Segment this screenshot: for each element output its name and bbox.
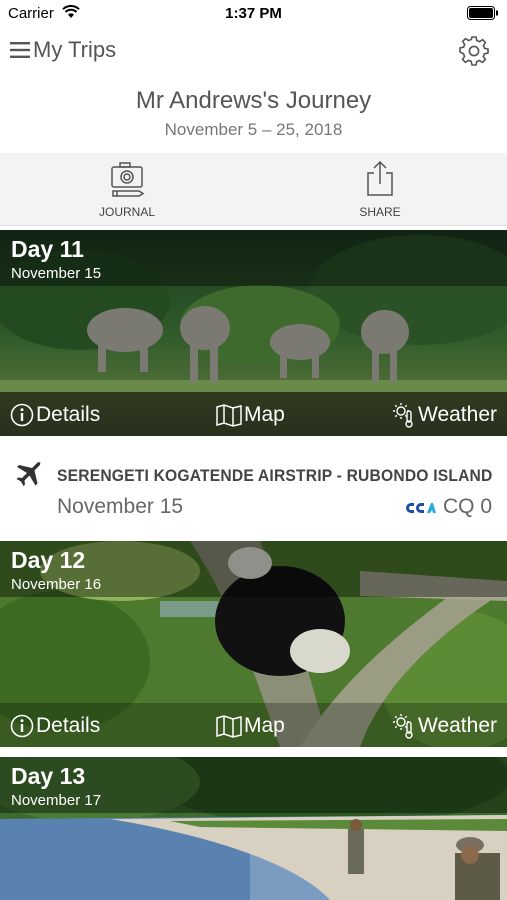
share-icon bbox=[367, 160, 393, 196]
day-card[interactable]: Day 11 November 15 Details Map Weather bbox=[0, 230, 507, 436]
journal-button[interactable]: JOURNAL bbox=[57, 153, 197, 226]
weather-button[interactable]: Weather bbox=[392, 402, 497, 428]
hamburger-menu-icon[interactable] bbox=[10, 41, 30, 59]
share-button[interactable]: SHARE bbox=[310, 153, 450, 226]
airplane-icon bbox=[16, 461, 41, 486]
weather-label: Weather bbox=[418, 403, 497, 426]
flight-route: SERENGETI KOGATENDE AIRSTRIP - RUBONDO I… bbox=[57, 466, 493, 485]
day-card[interactable]: Day 12 November 16 Details Map Weather bbox=[0, 541, 507, 747]
journey-dates: November 5 – 25, 2018 bbox=[164, 120, 343, 139]
journal-label: JOURNAL bbox=[98, 205, 155, 219]
day-date: November 16 bbox=[11, 576, 102, 593]
weather-label: Weather bbox=[418, 714, 497, 737]
flight-date: November 15 bbox=[57, 495, 184, 518]
weather-icon bbox=[393, 403, 413, 428]
weather-button[interactable]: Weather bbox=[392, 713, 497, 739]
flight-row[interactable]: SERENGETI KOGATENDE AIRSTRIP - RUBONDO I… bbox=[0, 437, 507, 541]
share-label: SHARE bbox=[359, 205, 401, 219]
nav-bar: My Trips bbox=[0, 28, 507, 76]
page-title[interactable]: My Trips bbox=[33, 37, 116, 63]
map-button[interactable]: Map bbox=[216, 402, 285, 428]
day-label: Day 13 bbox=[11, 763, 86, 789]
details-button[interactable]: Details bbox=[10, 713, 100, 739]
camera-pencil-icon bbox=[111, 162, 145, 197]
airline-logo bbox=[406, 503, 436, 513]
battery-icon bbox=[467, 6, 498, 20]
status-time: 1:37 PM bbox=[225, 5, 282, 22]
details-label: Details bbox=[36, 403, 101, 426]
journey-title: Mr Andrews's Journey bbox=[135, 87, 372, 114]
map-label: Map bbox=[244, 714, 285, 737]
details-button[interactable]: Details bbox=[10, 402, 100, 428]
map-label: Map bbox=[244, 403, 285, 426]
status-bar: Carrier 1:37 PM bbox=[0, 0, 507, 28]
day-label: Day 11 bbox=[11, 236, 84, 262]
info-icon bbox=[10, 403, 34, 427]
gear-icon[interactable] bbox=[459, 36, 489, 66]
weather-icon bbox=[393, 714, 413, 739]
map-icon bbox=[216, 715, 242, 738]
day-card[interactable]: Day 13 November 17 bbox=[0, 757, 507, 900]
day-label: Day 12 bbox=[11, 547, 86, 573]
map-button[interactable]: Map bbox=[216, 713, 285, 739]
cq-value: CQ 0 bbox=[442, 495, 492, 518]
action-bar: JOURNAL SHARE bbox=[0, 153, 507, 226]
day-date: November 17 bbox=[11, 792, 102, 809]
map-icon bbox=[216, 404, 242, 427]
details-label: Details bbox=[36, 714, 101, 737]
day-date: November 15 bbox=[11, 265, 102, 282]
info-icon bbox=[10, 714, 34, 738]
